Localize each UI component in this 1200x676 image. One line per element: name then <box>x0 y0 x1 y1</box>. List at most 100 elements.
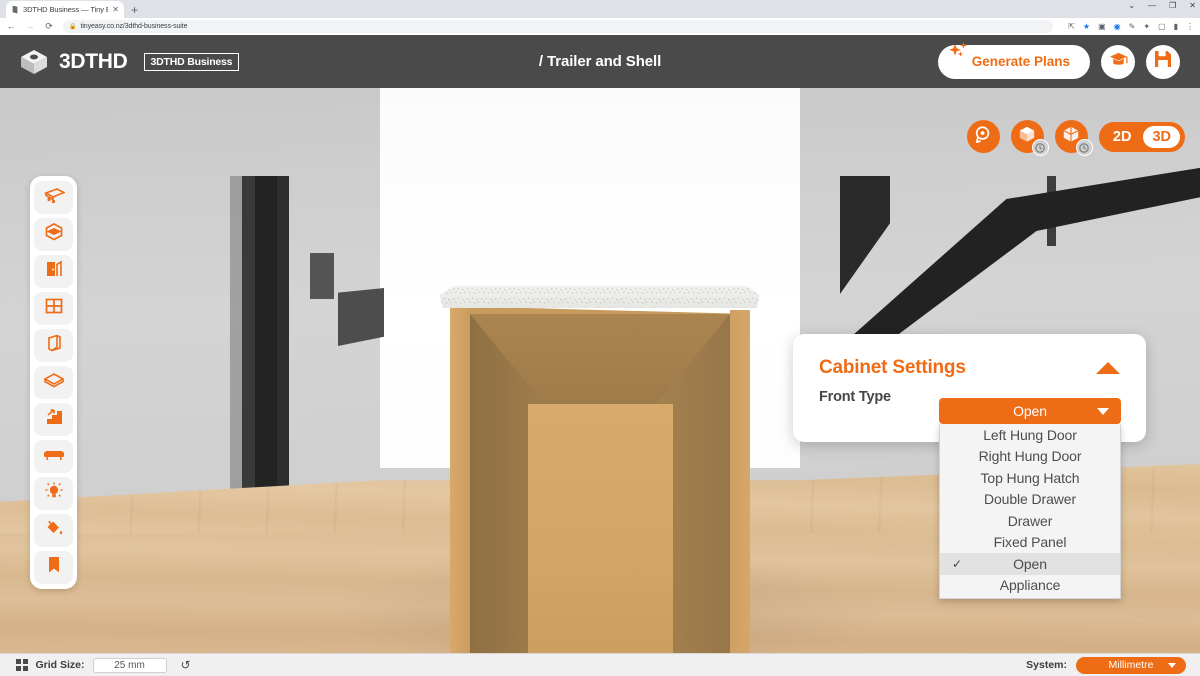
system-select[interactable]: Millimetre <box>1076 656 1186 674</box>
front-type-option-list[interactable]: Left Hung Door Right Hung Door Top Hung … <box>939 424 1121 599</box>
door-icon <box>44 259 64 284</box>
close-icon[interactable]: ✕ <box>112 5 119 14</box>
minimize-icon[interactable]: — <box>1148 1 1156 10</box>
front-type-select-button[interactable]: Open <box>939 398 1121 424</box>
countertop-speckle-texture <box>439 286 760 308</box>
history-badge <box>1031 139 1049 156</box>
front-type-select[interactable]: Open Left Hung Door Right Hung Door Top … <box>939 398 1121 599</box>
unit-system-group: System: Millimetre <box>1026 656 1186 674</box>
dimension-toggle[interactable]: 2D 3D <box>1098 121 1185 152</box>
wall-plate-b <box>338 288 384 346</box>
window-tool[interactable] <box>34 292 73 325</box>
front-type-selected-value: Open <box>1013 403 1047 419</box>
trailer-tool[interactable] <box>34 181 73 214</box>
tab-2d[interactable]: 2D <box>1104 126 1141 148</box>
option-fixed-panel[interactable]: Fixed Panel <box>940 532 1120 554</box>
floor-tool[interactable] <box>34 366 73 399</box>
puzzle-icon[interactable]: ✦ <box>1143 22 1150 31</box>
system-value: Millimetre <box>1108 659 1154 671</box>
option-double-drawer[interactable]: Double Drawer <box>940 489 1120 511</box>
tab-3d[interactable]: 3D <box>1143 125 1180 148</box>
door-tool[interactable] <box>34 255 73 288</box>
learn-button[interactable] <box>1101 44 1135 79</box>
app-header: 3DTHD 3DTHD Business / Trailer and Shell… <box>0 35 1200 88</box>
stairs-icon <box>44 407 64 432</box>
browser-chrome: 3DTHD Business — Tiny Easy - T ✕ + ⌄ — ❐… <box>0 0 1200 35</box>
browser-toolbar-icons: ⇱ ★ ▣ ◉ ✎ ✦ ▢ ▮ ⋮ <box>1062 22 1194 31</box>
materials-tool[interactable] <box>34 514 73 547</box>
graduation-cap-icon <box>1109 51 1128 73</box>
window-close-icon[interactable]: ✕ <box>1189 1 1196 10</box>
stairs-tool[interactable] <box>34 403 73 436</box>
eyedropper-icon[interactable]: ✎ <box>1129 22 1136 31</box>
profile-icon[interactable]: ▮ <box>1174 22 1178 31</box>
grid-cell <box>16 665 21 671</box>
chevron-down-icon <box>1168 662 1176 668</box>
option-right-hung-door[interactable]: Right Hung Door <box>940 446 1120 468</box>
chevron-down-icon[interactable]: ⌄ <box>1128 1 1135 10</box>
section-view-button[interactable] <box>1054 120 1093 156</box>
reload-icon[interactable]: ⟳ <box>44 22 54 31</box>
cabinet-model[interactable] <box>438 286 760 653</box>
address-bar[interactable]: 🔒 tinyeasy.co.nz/3dthd-business-suite <box>63 20 1054 33</box>
trailer-icon <box>43 186 66 209</box>
brand-badge: 3DTHD Business <box>143 52 240 71</box>
grid-cell <box>22 665 28 671</box>
sidepanel-icon[interactable]: ▢ <box>1158 22 1166 31</box>
check-icon: ✓ <box>952 556 962 571</box>
tab-title: 3DTHD Business — Tiny Easy - T <box>23 5 108 14</box>
option-drawer[interactable]: Drawer <box>940 510 1120 532</box>
new-tab-button[interactable]: + <box>131 4 138 18</box>
extension-blue-icon[interactable]: ◉ <box>1114 22 1121 31</box>
wall-plate-a <box>310 253 334 299</box>
grid-cell <box>16 659 21 665</box>
url-text: tinyeasy.co.nz/3dthd-business-suite <box>80 23 188 30</box>
cabinet-settings-title: Cabinet Settings <box>819 357 966 378</box>
option-left-hung-door[interactable]: Left Hung Door <box>940 424 1120 446</box>
bookmark-icon <box>46 555 62 580</box>
cabinet-countertop <box>439 286 760 308</box>
header-actions: Generate Plans <box>937 41 1180 79</box>
lighting-tool[interactable] <box>34 477 73 510</box>
reset-grid-icon[interactable]: ↺ <box>181 658 191 672</box>
brand-name: 3DTHD <box>59 49 128 73</box>
viewport-3d[interactable]: 2D 3D Cabinet Settings Front Type Open L… <box>0 88 1200 653</box>
shell-tool[interactable] <box>34 218 73 251</box>
orbit-view-button[interactable] <box>1010 120 1049 156</box>
grid-size-input[interactable]: 25 mm <box>92 657 167 673</box>
menu-icon[interactable]: ⋮ <box>1186 22 1194 31</box>
screenshot-icon[interactable]: ▣ <box>1098 22 1106 31</box>
back-icon[interactable]: ← <box>6 22 16 31</box>
option-open[interactable]: ✓ Open <box>940 553 1120 575</box>
front-type-label: Front Type <box>819 389 891 405</box>
bookmarks-tool[interactable] <box>34 551 73 584</box>
forward-icon[interactable]: → <box>25 22 35 31</box>
option-open-label: Open <box>1013 555 1047 572</box>
option-appliance[interactable]: Appliance <box>940 575 1120 597</box>
grid-size-group: Grid Size: 25 mm ↺ <box>16 657 191 673</box>
grid-size-label: Grid Size: <box>35 659 85 671</box>
grid-icon <box>16 659 28 671</box>
save-button[interactable] <box>1146 44 1180 79</box>
browser-tabstrip: 3DTHD Business — Tiny Easy - T ✕ + ⌄ — ❐… <box>0 0 1200 18</box>
browser-tab[interactable]: 3DTHD Business — Tiny Easy - T ✕ <box>6 1 124 18</box>
furniture-tool[interactable] <box>34 440 73 473</box>
collapse-triangle-up-icon[interactable] <box>1096 362 1120 374</box>
share-icon[interactable]: ⇱ <box>1068 22 1075 31</box>
option-top-hung-hatch[interactable]: Top Hung Hatch <box>940 467 1120 489</box>
window-icon <box>44 296 64 321</box>
generate-plans-button[interactable]: Generate Plans <box>937 41 1090 79</box>
favicon-icon <box>12 5 18 14</box>
page-title: / Trailer and Shell <box>538 53 662 70</box>
brand: 3DTHD 3DTHD Business <box>20 49 240 75</box>
maximize-icon[interactable]: ❐ <box>1169 1 1176 10</box>
measure-button[interactable] <box>966 120 1000 153</box>
tool-rail <box>30 176 77 589</box>
panel-tool[interactable] <box>34 329 73 362</box>
logo-cube-icon <box>20 49 48 75</box>
sofa-icon <box>43 446 65 467</box>
bookmark-star-icon[interactable]: ★ <box>1083 22 1090 31</box>
paint-bucket-icon <box>44 518 64 543</box>
grid-cell <box>22 659 28 665</box>
cabinet-right-face <box>730 310 750 653</box>
